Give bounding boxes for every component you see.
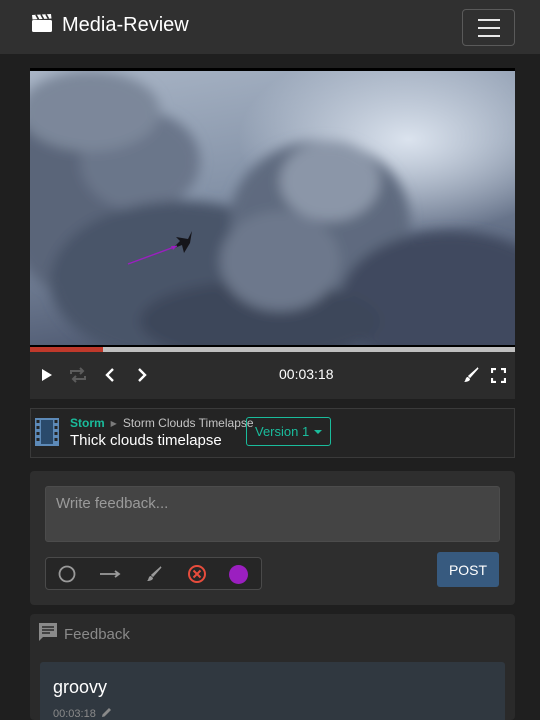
draw-icon[interactable] xyxy=(460,364,482,386)
version-dropdown[interactable]: Version 1 xyxy=(246,417,332,446)
pencil-icon[interactable] xyxy=(101,707,112,720)
circle-tool-icon[interactable] xyxy=(55,562,79,586)
breadcrumb-project[interactable]: Storm xyxy=(70,416,105,430)
annotation-toolbar xyxy=(45,557,262,590)
film-strip-icon xyxy=(35,418,59,451)
comment-text: groovy xyxy=(53,677,108,697)
comment-meta: 00:03:18 xyxy=(53,707,112,720)
comment-card[interactable]: groovy 00:03:18 xyxy=(40,662,505,720)
feedback-header: Feedback xyxy=(38,622,130,646)
caret-down-icon xyxy=(314,429,323,434)
current-timecode: 00:03:18 xyxy=(279,366,334,382)
hamburger-menu-button[interactable] xyxy=(462,9,515,46)
loop-icon[interactable] xyxy=(67,364,89,386)
next-frame-icon[interactable] xyxy=(131,364,153,386)
fullscreen-icon[interactable] xyxy=(487,364,509,386)
color-swatch[interactable] xyxy=(226,562,250,586)
app-title: Media-Review xyxy=(62,14,189,36)
arrow-tool-icon[interactable] xyxy=(99,562,123,586)
version-label: Version 1 xyxy=(255,424,310,439)
video-player: 00:03:18 xyxy=(30,68,515,399)
player-controls: 00:03:18 xyxy=(30,352,515,399)
comment-timecode[interactable]: 00:03:18 xyxy=(53,708,96,720)
comment-icon xyxy=(38,622,58,646)
feedback-panel: Feedback groovy 00:03:18 xyxy=(30,614,515,720)
feedback-input[interactable] xyxy=(45,486,500,542)
storm-clouds-video-image xyxy=(30,71,515,345)
breadcrumb-separator-icon: ▶ xyxy=(110,418,117,428)
feedback-header-label: Feedback xyxy=(64,625,130,643)
brush-tool-icon[interactable] xyxy=(142,562,166,586)
clapperboard-icon xyxy=(32,13,52,37)
hamburger-menu-icon xyxy=(478,19,500,21)
play-icon[interactable] xyxy=(36,364,58,386)
navbar: Media-Review xyxy=(0,0,540,54)
feedback-form: POST xyxy=(30,471,515,605)
brand[interactable]: Media-Review xyxy=(32,13,189,37)
prev-frame-icon[interactable] xyxy=(99,364,121,386)
clear-drawing-icon[interactable] xyxy=(185,562,209,586)
breadcrumb-media[interactable]: Storm Clouds Timelapse xyxy=(123,416,254,430)
video-frame[interactable] xyxy=(30,71,515,345)
media-title: Thick clouds timelapse xyxy=(70,432,222,449)
post-button[interactable]: POST xyxy=(437,552,499,587)
breadcrumb: Storm ▶ Storm Clouds Timelapse xyxy=(70,416,254,430)
media-info-bar: Storm ▶ Storm Clouds Timelapse Thick clo… xyxy=(30,408,515,458)
